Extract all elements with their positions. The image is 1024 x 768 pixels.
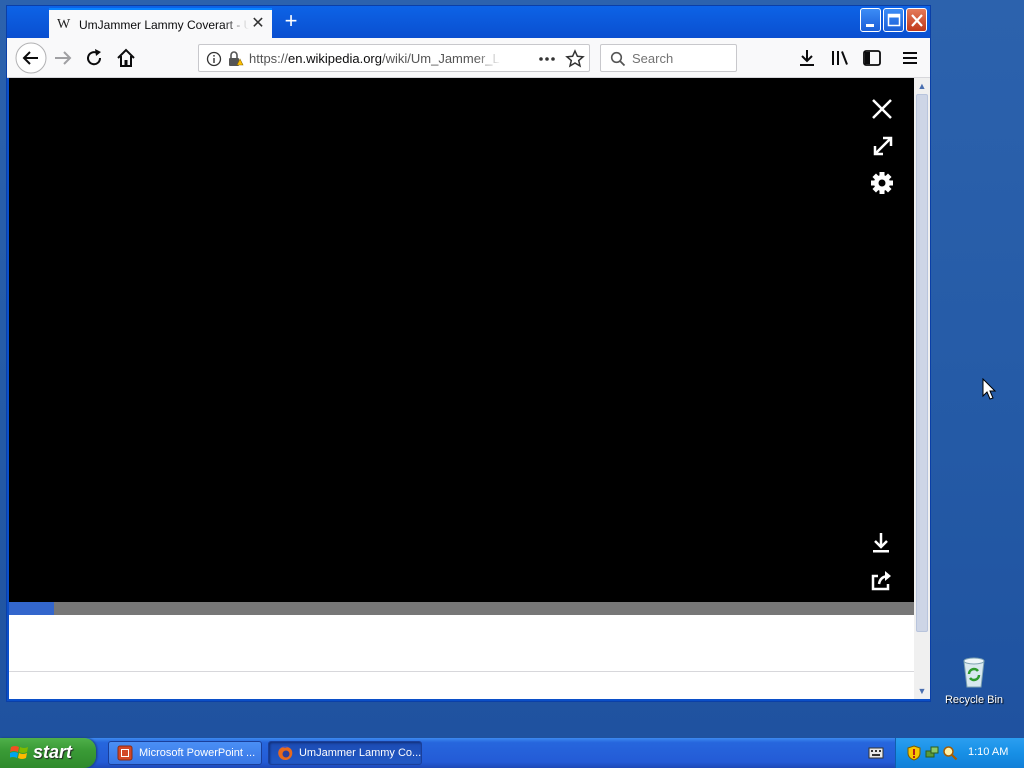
menu-icon[interactable] — [898, 46, 922, 70]
downloads-icon[interactable] — [795, 46, 819, 70]
clock: 1:10 AM — [968, 746, 1009, 758]
bookmark-star-icon[interactable] — [565, 49, 585, 69]
sidebar-icon[interactable] — [860, 46, 884, 70]
tab-strip: W UmJammer Lammy Coverart - Um... ✕ + — [7, 6, 930, 39]
new-tab-button[interactable]: + — [279, 10, 303, 34]
url-text: https://en.wikipedia.org/wiki/Um_Jammer_… — [249, 51, 501, 66]
media-viewer[interactable] — [9, 78, 914, 602]
powerpoint-icon — [117, 745, 133, 761]
recycle-bin-icon — [963, 657, 985, 688]
keyboard-icon[interactable] — [868, 746, 884, 760]
progress-bar[interactable] — [9, 602, 914, 615]
search-input[interactable]: Search — [600, 44, 737, 72]
magnifier-tray-icon[interactable] — [942, 745, 958, 761]
back-icon[interactable] — [15, 42, 47, 74]
recycle-bin-label: Recycle Bin — [944, 694, 1004, 706]
forward-icon[interactable] — [51, 46, 75, 70]
scroll-down-arrow-icon[interactable]: ▼ — [914, 683, 930, 699]
network-icon[interactable] — [924, 745, 940, 761]
url-path: /wiki/Um_Jammer_L — [381, 51, 500, 66]
download-icon[interactable] — [867, 529, 895, 557]
system-tray: 1:10 AM — [895, 738, 1024, 768]
taskbar-item-label: UmJammer Lammy Co... — [298, 747, 421, 759]
reload-icon[interactable] — [82, 46, 106, 70]
expand-icon[interactable] — [869, 132, 897, 160]
wikipedia-favicon-icon: W — [57, 16, 71, 32]
address-bar[interactable]: https://en.wikipedia.org/wiki/Um_Jammer_… — [198, 44, 590, 72]
settings-icon[interactable] — [868, 169, 896, 197]
navigation-toolbar: https://en.wikipedia.org/wiki/Um_Jammer_… — [7, 38, 930, 78]
maximize-icon — [887, 13, 901, 27]
tab-active[interactable]: W UmJammer Lammy Coverart - Um... ✕ — [49, 8, 272, 39]
mouse-cursor-icon — [982, 378, 997, 400]
share-icon[interactable] — [867, 567, 895, 595]
start-label: start — [33, 742, 73, 762]
window-close-icon — [911, 14, 923, 27]
page-actions-icon[interactable] — [537, 51, 557, 67]
maximize-button[interactable] — [883, 8, 904, 32]
taskbar-item-powerpoint[interactable]: Microsoft PowerPoint ... — [108, 741, 262, 765]
progress-bar-fill — [9, 602, 55, 615]
divider — [9, 671, 914, 672]
vertical-scrollbar[interactable]: ▲ ▼ — [914, 78, 930, 699]
security-shield-icon[interactable] — [906, 745, 922, 761]
search-icon — [610, 51, 626, 67]
browser-window: W UmJammer Lammy Coverart - Um... ✕ + — [6, 5, 931, 702]
url-scheme: https:// — [249, 51, 289, 66]
scrollbar-thumb[interactable] — [916, 94, 928, 632]
page-content — [9, 78, 914, 699]
window-close-button[interactable] — [906, 8, 927, 32]
taskbar-item-label: Microsoft PowerPoint ... — [139, 747, 256, 759]
close-icon[interactable] — [868, 95, 896, 123]
search-placeholder: Search — [632, 51, 674, 66]
lock-icon[interactable] — [226, 50, 244, 68]
firefox-icon — [278, 746, 293, 761]
home-icon[interactable] — [114, 46, 138, 70]
scroll-up-arrow-icon[interactable]: ▲ — [914, 78, 930, 94]
library-icon[interactable] — [828, 46, 852, 70]
url-host: en.wikipedia.org — [288, 51, 382, 66]
minimize-button[interactable] — [860, 8, 881, 32]
start-button[interactable]: start — [0, 738, 96, 768]
info-icon[interactable] — [206, 51, 222, 67]
windows-logo-icon — [10, 746, 28, 759]
tab-title: UmJammer Lammy Coverart - Um... — [79, 17, 249, 32]
minimize-icon — [866, 24, 874, 27]
tab-close-icon[interactable]: ✕ — [248, 14, 268, 34]
taskbar-item-browser[interactable]: UmJammer Lammy Co... — [268, 741, 422, 765]
taskbar: start Microsoft PowerPoint ... UmJammer … — [0, 738, 1024, 768]
recycle-bin[interactable]: Recycle Bin — [942, 655, 1006, 706]
